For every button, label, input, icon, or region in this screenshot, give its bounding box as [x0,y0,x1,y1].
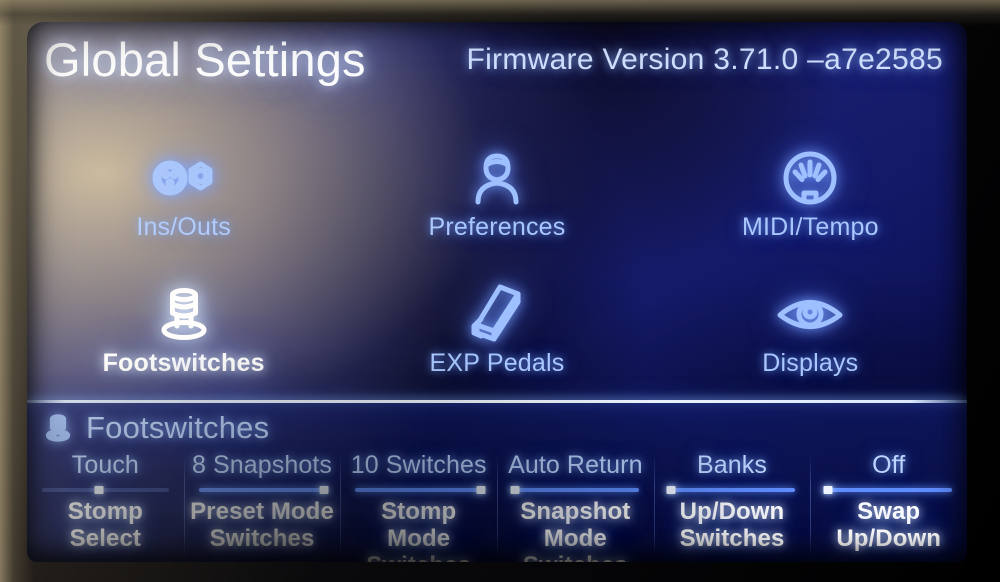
user-person-icon [461,147,533,209]
slider-thumb[interactable] [319,486,329,494]
slider-thumb[interactable] [510,486,520,494]
footswitch-icon [41,412,75,444]
param-value: Off [872,451,906,479]
menu-item-label: Ins/Outs [136,212,232,241]
slider-thumb[interactable] [94,486,104,494]
menu-item-label: EXP Pedals [429,348,565,377]
footer-section-header: Footswitches [41,407,269,449]
menu-item-label: MIDI/Tempo [741,212,879,241]
slider-track [198,488,326,492]
slider-track [512,488,639,492]
param-value: 8 Snapshots [191,451,333,479]
menu-item-label: Displays [762,348,859,377]
footer-section-title: Footswitches [86,410,270,445]
param-label: Stomp Select [67,498,143,552]
param-label: Preset Mode Switches [190,498,334,552]
menu-item-label: Preferences [428,212,566,241]
param-snapshot-mode-switches[interactable]: Auto Return Snapshot Mode Switches [497,449,654,562]
param-label: Snapshot Mode Switches [520,498,631,562]
eye-icon [774,283,846,345]
device-chassis: Global Settings Firmware Version 3.71.0 … [0,0,1000,582]
param-label: Up/Down Switches [679,498,785,552]
param-slider[interactable] [198,486,329,494]
page-title: Global Settings [44,33,366,86]
firmware-version-label: Firmware Version 3.71.0 –a7e2585 [466,43,943,76]
slider-thumb[interactable] [476,486,486,494]
param-preset-mode-switches[interactable]: 8 Snapshots Preset Mode Switches [183,449,341,562]
menu-item-label: Footswitches [102,348,265,377]
menu-item-midi-tempo[interactable]: MIDI/Tempo [654,126,967,262]
settings-menu-grid: Ins/Outs Preferences MIDI/Tempo Footswit… [27,126,967,398]
param-stomp-mode-switches[interactable]: 10 Switches Stomp Mode Switches [340,449,497,562]
param-slider[interactable] [823,486,952,494]
slider-thumb[interactable] [823,486,833,494]
param-up-down-switches[interactable]: Banks Up/Down Switches [653,449,811,562]
param-stomp-select[interactable]: Touch Stomp Select [27,449,184,562]
param-slider[interactable] [355,486,486,494]
slider-track [355,488,482,492]
slider-track [825,488,952,492]
slider-track [42,488,169,492]
expression-pedal-icon [461,283,533,345]
midi-din-icon [774,147,846,209]
param-value: Auto Return [508,451,643,479]
param-value: 10 Switches [350,451,487,479]
xlr-jack-icon [148,147,220,209]
param-slider[interactable] [42,486,169,494]
param-value: Touch [71,451,139,479]
menu-item-displays[interactable]: Displays [654,262,967,398]
menu-item-ins-outs[interactable]: Ins/Outs [27,126,340,262]
footswitch-icon [148,283,220,345]
screen-header: Global Settings Firmware Version 3.71.0 … [27,22,967,114]
param-value: Banks [697,451,767,479]
param-label: Stomp Mode Switches [366,498,471,562]
param-slider[interactable] [666,486,796,494]
menu-item-footswitches[interactable]: Footswitches [27,262,340,398]
lcd-screen: Global Settings Firmware Version 3.71.0 … [27,22,967,562]
footer-panel: Footswitches Touch Stomp Select 8 Snapsh… [27,403,967,562]
slider-thumb[interactable] [666,486,676,494]
slider-track [668,488,796,492]
menu-item-preferences[interactable]: Preferences [340,126,653,262]
menu-item-exp-pedals[interactable]: EXP Pedals [340,262,653,398]
param-label: Swap Up/Down [836,498,941,552]
param-slider[interactable] [510,486,639,494]
parameter-row: Touch Stomp Select 8 Snapshots Preset Mo… [27,449,967,562]
param-swap-up-down[interactable]: Off Swap Up/Down [810,449,967,562]
